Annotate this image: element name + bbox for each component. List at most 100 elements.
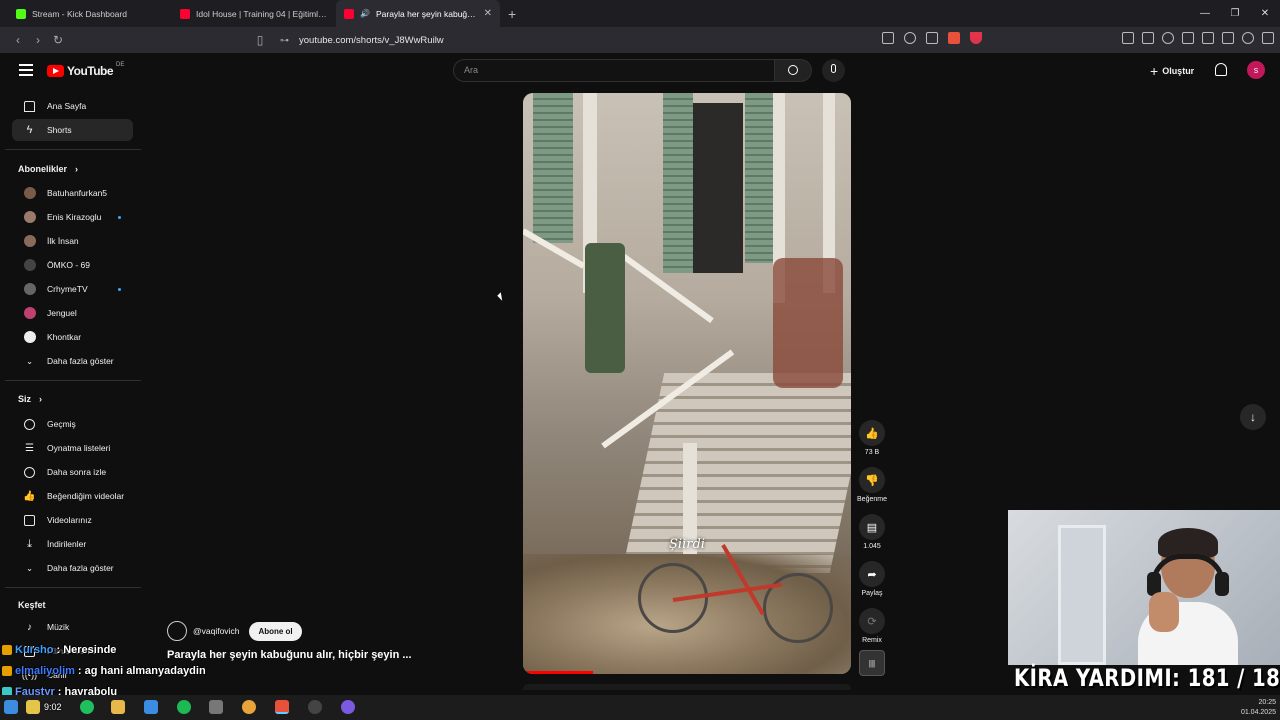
obs-icon[interactable] — [308, 700, 322, 714]
youtube-play-icon — [47, 65, 64, 77]
leo-icon[interactable] — [1222, 32, 1234, 44]
search-input[interactable]: Ara — [453, 59, 775, 82]
xbox-icon[interactable] — [80, 700, 94, 714]
sidebar-item-music[interactable]: ♪ Müzik — [12, 616, 133, 638]
brave-shield-icon[interactable] — [948, 32, 960, 44]
sidebar-item-sub[interactable]: Khontkar — [12, 326, 133, 348]
sound-button[interactable]: ||| — [856, 650, 888, 676]
vpn-icon[interactable] — [1242, 32, 1254, 44]
chevron-down-icon: ⌄ — [25, 562, 34, 573]
sidebar-icon[interactable] — [1182, 32, 1194, 44]
video-scene-shutter — [745, 93, 773, 263]
sidebar-item-sub[interactable]: Enis Kirazoglu — [12, 206, 133, 228]
menu-icon[interactable] — [1262, 32, 1274, 44]
tab-title: Stream - Kick Dashboard — [32, 8, 127, 19]
zoom-icon[interactable] — [904, 32, 916, 44]
sidebar-item-liked[interactable]: 👍 Beğendiğim videolar — [12, 485, 133, 507]
tab-idol-house[interactable]: Idol House | Training 04 | Eğitimler D — [172, 0, 336, 27]
sidebar-item-home[interactable]: Ana Sayfa — [12, 95, 133, 117]
window-controls: — ❐ ✕ — [1190, 0, 1280, 27]
next-video-preview[interactable] — [523, 684, 851, 690]
bookmark-icon[interactable]: ▯ — [250, 33, 270, 47]
video-progress-bar[interactable] — [523, 671, 593, 674]
sidebar-show-more[interactable]: ⌄ Daha fazla göster — [12, 557, 133, 579]
extensions-icon[interactable] — [1122, 32, 1134, 44]
account-avatar[interactable]: s — [1247, 61, 1265, 79]
notifications-bell-icon[interactable] — [1215, 63, 1227, 76]
share-icon: ➦ — [859, 561, 885, 587]
back-icon[interactable]: ‹ — [8, 33, 28, 47]
sidebar-item-label: Geçmiş — [47, 419, 76, 429]
video-icon — [24, 514, 35, 526]
sidebar-item-watch-later[interactable]: Daha sonra izle — [12, 461, 133, 483]
donation-goal-overlay: KİRA YARDIMI: 181 / 185 — [1014, 664, 1280, 692]
playlist-icon: ☰ — [25, 442, 34, 454]
spotify-icon[interactable] — [177, 700, 191, 714]
comments-button[interactable]: ▤ 1.045 — [856, 514, 888, 550]
share-button[interactable]: ➦ Paylaş — [856, 561, 888, 597]
reader-icon[interactable] — [1142, 32, 1154, 44]
create-label: Oluştur — [1162, 66, 1195, 76]
tab-kick[interactable]: Stream - Kick Dashboard — [8, 0, 172, 27]
sidebar-show-more[interactable]: ⌄ Daha fazla göster — [12, 350, 133, 372]
restore-icon[interactable]: ❐ — [1220, 0, 1250, 27]
site-info-icon[interactable]: ⊶ — [280, 35, 289, 46]
goal-label: KİRA YARDIMI: — [1014, 664, 1181, 692]
subscriptions-heading[interactable]: Abonelikler › — [18, 164, 78, 174]
remix-button[interactable]: ⟳ Remix — [856, 608, 888, 644]
wallet-icon[interactable] — [1202, 32, 1214, 44]
sidebar-item-sub[interactable]: Batuhanfurkan5 — [12, 182, 133, 204]
widgets-icon[interactable] — [26, 700, 40, 714]
brave-icon[interactable] — [275, 700, 289, 714]
brave-rewards-icon[interactable] — [970, 32, 982, 44]
voice-search-button[interactable] — [822, 59, 845, 82]
share-icon[interactable] — [926, 32, 938, 44]
search-button[interactable] — [774, 59, 812, 82]
subscribe-button[interactable]: Abone ol — [249, 621, 302, 641]
plus-icon: + — [1150, 63, 1159, 79]
sidebar-item-sub[interactable]: Jenguel — [12, 302, 133, 324]
dislike-button[interactable]: 👎 Beğenme — [856, 467, 888, 503]
sidebar-item-shorts[interactable]: ϟ Shorts — [12, 119, 133, 141]
next-short-button[interactable]: ↓ — [1240, 404, 1266, 430]
close-tab-icon[interactable]: ✕ — [484, 8, 492, 19]
taskbar-weather-text: 9:02 — [44, 702, 62, 712]
system-clock[interactable]: 20:25 01.04.2025 — [1241, 698, 1276, 718]
cast-icon[interactable] — [882, 32, 894, 44]
chrome-icon[interactable] — [242, 700, 256, 714]
music-icon[interactable] — [1162, 32, 1174, 44]
sidebar-item-your-videos[interactable]: Videolarınız — [12, 509, 133, 531]
region-code: DE — [116, 62, 125, 68]
sidebar-item-label: Batuhanfurkan5 — [47, 188, 108, 198]
create-button[interactable]: + Oluştur — [1150, 63, 1194, 79]
chat-badge-icon — [2, 665, 12, 676]
sidebar-item-label: Daha fazla göster — [47, 356, 114, 366]
minimize-icon[interactable]: — — [1190, 0, 1220, 27]
store-icon[interactable] — [144, 700, 158, 714]
sidebar-item-playlists[interactable]: ☰ Oynatma listeleri — [12, 437, 133, 459]
tab-current-short[interactable]: 🔊 Parayla her şeyin kabuğunu a ✕ — [336, 0, 500, 27]
close-window-icon[interactable]: ✕ — [1250, 0, 1280, 27]
reload-icon[interactable]: ↻ — [48, 33, 68, 47]
sidebar-item-downloads[interactable]: ⤓ İndirilenler — [12, 533, 133, 555]
shorts-video-player[interactable]: Şiirdi — [523, 93, 851, 674]
like-button[interactable]: 👍 73 B — [856, 420, 888, 456]
calculator-icon[interactable] — [209, 700, 223, 714]
discord-icon[interactable] — [341, 700, 355, 714]
sidebar-item-history[interactable]: Geçmiş — [12, 413, 133, 435]
sidebar-item-sub[interactable]: CrhymeTV — [12, 278, 133, 300]
sidebar-item-sub[interactable]: İlk İnsan — [12, 230, 133, 252]
channel-handle[interactable]: @vaqifovich — [193, 626, 239, 636]
forward-icon[interactable]: › — [28, 33, 48, 47]
youtube-icon — [344, 8, 354, 19]
youtube-logo[interactable]: YouTube DE — [47, 62, 125, 78]
start-icon[interactable] — [4, 700, 18, 714]
chat-badge-icon — [2, 644, 12, 655]
hamburger-menu-icon[interactable] — [19, 64, 33, 76]
file-explorer-icon[interactable] — [111, 700, 125, 714]
channel-avatar[interactable] — [167, 621, 187, 641]
sidebar-item-sub[interactable]: ÖMKO - 69 — [12, 254, 133, 276]
chat-text: : Neresinde — [56, 643, 117, 656]
new-tab-icon[interactable]: + — [508, 6, 516, 22]
you-heading[interactable]: Siz › — [18, 394, 42, 404]
